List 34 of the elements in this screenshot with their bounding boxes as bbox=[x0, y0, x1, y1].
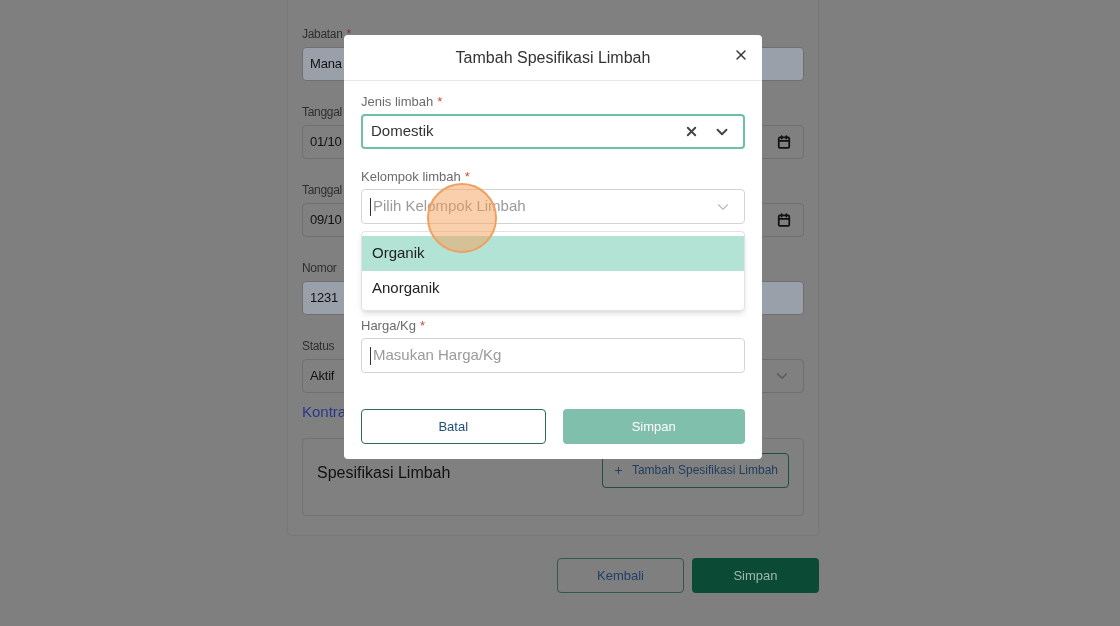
plus-icon bbox=[612, 464, 624, 476]
required-mark: * bbox=[464, 168, 470, 187]
field-label: Tanggal bbox=[302, 182, 342, 199]
required-mark: * bbox=[437, 93, 443, 112]
select-field[interactable]: Domestik bbox=[361, 114, 745, 149]
field-value: 01/10 bbox=[310, 133, 342, 152]
secondary-button[interactable]: Kembali bbox=[557, 558, 684, 593]
clear-icon[interactable] bbox=[684, 124, 699, 139]
calendar-icon[interactable] bbox=[777, 213, 791, 227]
field-label: Harga/Kg bbox=[361, 317, 416, 336]
text-cursor bbox=[370, 197, 371, 216]
calendar-icon[interactable] bbox=[777, 135, 791, 149]
field-label: Nomor bbox=[302, 260, 337, 277]
spec-title: Spesifikasi Limbah bbox=[317, 462, 451, 483]
field-value: 09/10 bbox=[310, 211, 342, 230]
dialog-secondary-button[interactable]: Batal bbox=[361, 409, 546, 444]
dropdown-option[interactable]: Organik bbox=[362, 236, 744, 271]
field-label: Kelompok limbah bbox=[361, 168, 461, 187]
field-value: 1231 bbox=[310, 289, 339, 308]
required-mark: * bbox=[346, 26, 351, 43]
dialog-title: Tambah Spesifikasi Limbah bbox=[455, 47, 651, 68]
input-field[interactable]: Masukan Harga/Kg bbox=[361, 338, 745, 373]
field-label: Status bbox=[302, 338, 335, 355]
field-value: Domestik bbox=[371, 121, 435, 142]
field-value: Mana bbox=[310, 55, 342, 74]
field-label: Jabatan bbox=[302, 26, 343, 43]
field-value: Aktif bbox=[310, 367, 335, 386]
field-placeholder: Masukan Harga/Kg bbox=[373, 345, 503, 366]
text-cursor bbox=[370, 346, 371, 365]
required-mark: * bbox=[419, 317, 425, 336]
field-label: Tanggal bbox=[302, 104, 342, 121]
field-label: Jenis limbah bbox=[361, 93, 434, 112]
primary-button[interactable]: Simpan bbox=[692, 558, 819, 593]
dropdown-option[interactable]: Anorganik bbox=[362, 271, 744, 306]
